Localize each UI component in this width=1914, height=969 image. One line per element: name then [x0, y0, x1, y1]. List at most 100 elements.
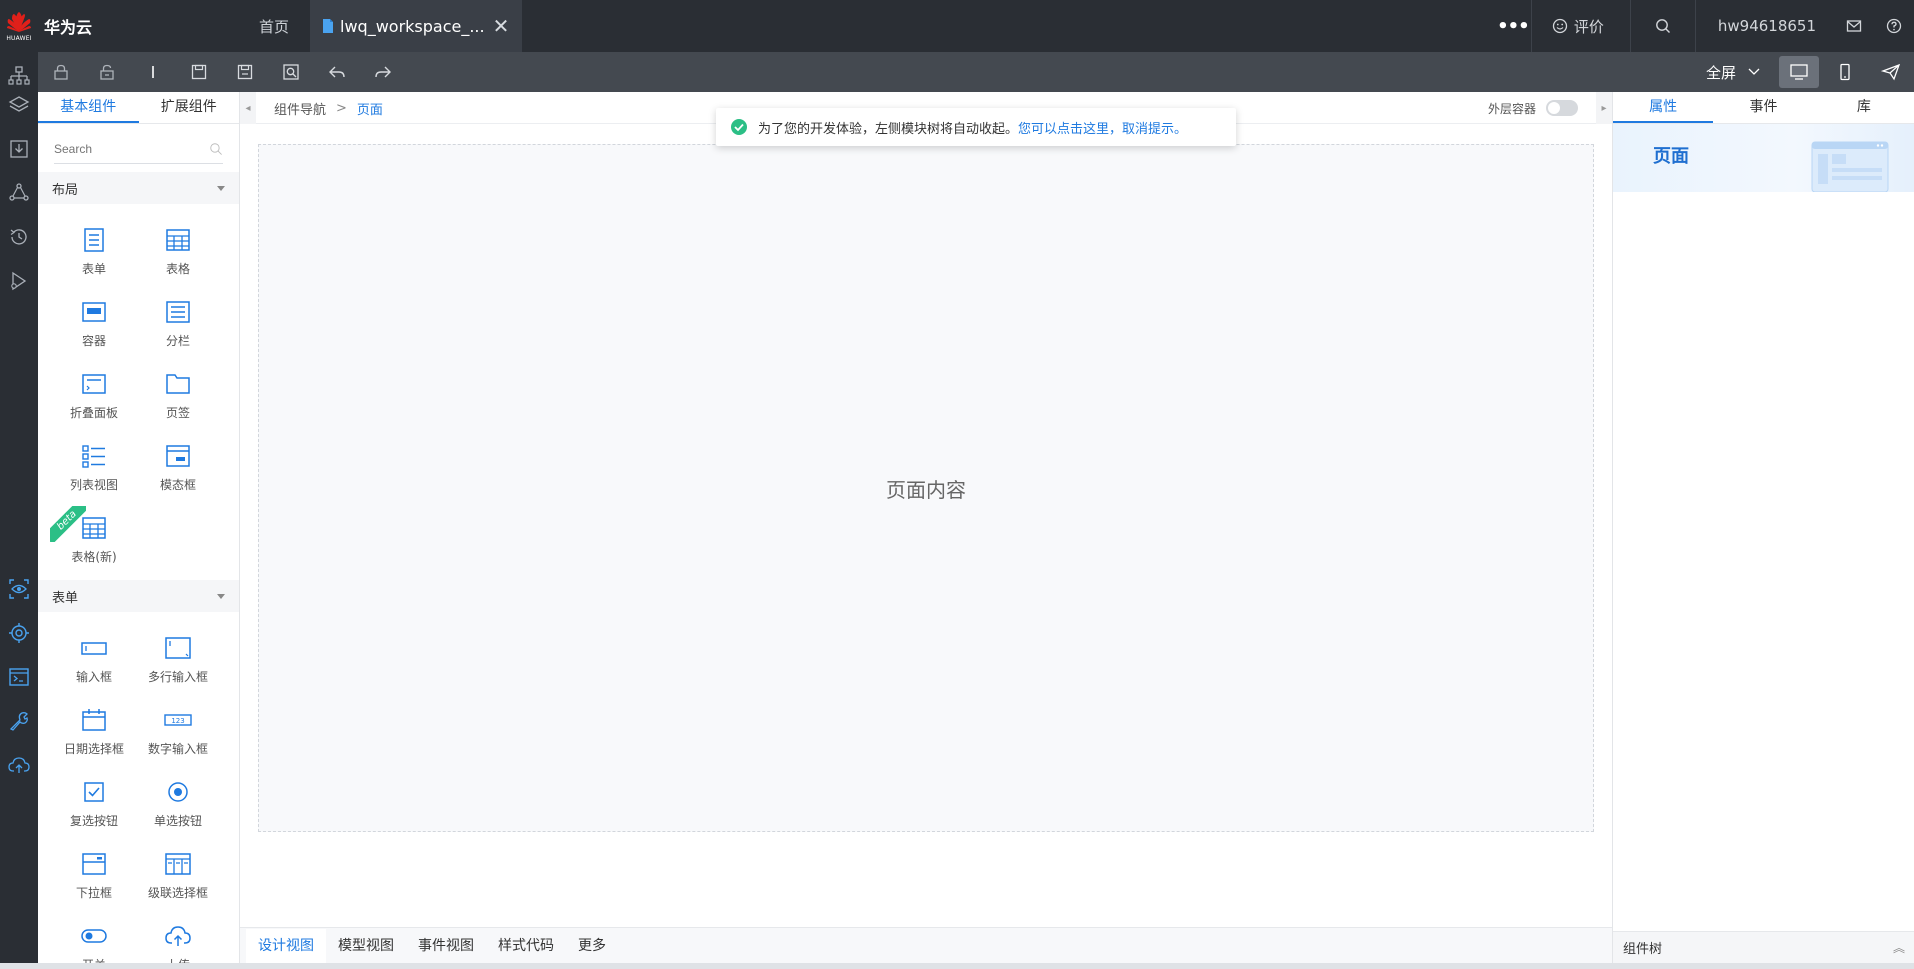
username-menu[interactable]: hw94618651: [1696, 17, 1834, 35]
fullscreen-select[interactable]: 全屏: [1706, 62, 1776, 83]
component-textarea[interactable]: 多行输入框: [136, 626, 220, 698]
rail-target-button[interactable]: [7, 621, 31, 645]
component-checkbox[interactable]: 复选按钮: [52, 770, 136, 842]
component-tabs[interactable]: 页签: [136, 362, 220, 434]
component-table-new[interactable]: beta 表格(新): [50, 506, 136, 578]
lock-button[interactable]: [38, 52, 84, 92]
layers-icon: [8, 96, 30, 112]
component-input[interactable]: 输入框: [52, 626, 136, 698]
component-cascader[interactable]: 级联选择框: [136, 842, 220, 914]
tab-model-view[interactable]: 模型视图: [326, 929, 406, 963]
component-tree-bar[interactable]: 组件树 ︽: [1613, 931, 1914, 963]
component-form[interactable]: 表单: [52, 218, 136, 290]
rail-tools-button[interactable]: [7, 709, 31, 733]
more-menu-icon[interactable]: •••: [1495, 16, 1531, 37]
component-collapse-panel[interactable]: 折叠面板: [52, 362, 136, 434]
group-title: 表单: [52, 590, 79, 606]
component-switch[interactable]: 开关: [52, 914, 136, 963]
rail-preview-button[interactable]: [7, 577, 31, 601]
component-select[interactable]: 下拉框: [52, 842, 136, 914]
rate-button[interactable]: 评价: [1532, 16, 1630, 37]
search-icon[interactable]: [209, 139, 223, 159]
brand-name[interactable]: 华为云: [44, 14, 92, 38]
rail-import-button[interactable]: [7, 137, 31, 161]
rate-label: 评价: [1573, 17, 1604, 36]
undo-button[interactable]: [314, 52, 360, 92]
eye-scan-icon: [9, 579, 29, 599]
tab-workspace-file[interactable]: lwq_workspace_... ✕: [310, 0, 522, 52]
component-label: 页签: [165, 406, 190, 420]
tab-properties[interactable]: 属性: [1613, 92, 1714, 123]
redo-button[interactable]: [360, 52, 406, 92]
rail-layers-button[interactable]: [7, 93, 31, 117]
breadcrumb-root[interactable]: 组件导航: [274, 99, 326, 118]
rail-run-button[interactable]: [7, 269, 31, 293]
tab-basic-components[interactable]: 基本组件: [38, 92, 139, 123]
component-upload[interactable]: 上传: [136, 914, 220, 963]
disable-tip-link[interactable]: 您可以点击这里，取消提示。: [1018, 118, 1187, 137]
page-content-placeholder: 页面内容: [886, 477, 966, 502]
collapse-right-arrow-icon[interactable]: ▸: [1596, 92, 1612, 124]
rail-console-button[interactable]: [7, 665, 31, 689]
container-icon: [82, 302, 106, 322]
component-number-input[interactable]: 123 数字输入框: [136, 698, 220, 770]
mobile-view-button[interactable]: [1825, 56, 1865, 88]
history-icon: [10, 229, 27, 245]
tab-event-view[interactable]: 事件视图: [406, 929, 486, 963]
component-list-view[interactable]: 列表视图: [52, 434, 136, 506]
component-table[interactable]: 表格: [136, 218, 220, 290]
save-button[interactable]: [176, 52, 222, 92]
preview-button[interactable]: [268, 52, 314, 92]
logo-text: HUAWEI: [6, 35, 32, 42]
save-as-button[interactable]: [222, 52, 268, 92]
huawei-logo[interactable]: HUAWEI: [0, 0, 38, 52]
desktop-view-button[interactable]: [1779, 56, 1819, 88]
component-date-picker[interactable]: 日期选择框: [52, 698, 136, 770]
tab-style-code[interactable]: 样式代码: [486, 929, 566, 963]
horizontal-scrollbar[interactable]: [0, 963, 1914, 969]
expand-up-icon[interactable]: ︽: [1893, 939, 1905, 956]
help-button[interactable]: [1874, 18, 1914, 34]
component-modal[interactable]: 模态框: [136, 434, 220, 506]
outer-container-toggle[interactable]: [1546, 100, 1578, 116]
component-radio[interactable]: 单选按钮: [136, 770, 220, 842]
tab-design-view[interactable]: 设计视图: [246, 928, 326, 963]
group-header-form[interactable]: 表单: [38, 580, 239, 612]
tab-events[interactable]: 事件: [1713, 92, 1813, 123]
tab-library[interactable]: 库: [1814, 92, 1914, 123]
tab-extended-components[interactable]: 扩展组件: [139, 92, 240, 123]
cursor-button[interactable]: [130, 52, 176, 92]
component-label: 容器: [81, 334, 106, 348]
rail-model-button[interactable]: [7, 181, 31, 205]
publish-button[interactable]: [1871, 56, 1911, 88]
toggle-knob: [1548, 102, 1560, 114]
collapse-left-arrow-icon[interactable]: ◂: [240, 92, 256, 124]
page-drop-area[interactable]: 页面内容: [258, 144, 1594, 832]
unlock-button[interactable]: [84, 52, 130, 92]
toast-message: 为了您的开发体验，左侧模块树将自动收起。: [758, 121, 1019, 137]
send-icon: [1881, 63, 1901, 81]
rail-structure-button[interactable]: [7, 64, 31, 88]
mail-icon: [1846, 20, 1862, 32]
component-container[interactable]: 容器: [52, 290, 136, 362]
component-search-input[interactable]: [54, 141, 209, 156]
modal-icon: [166, 445, 190, 467]
close-tab-icon[interactable]: ✕: [492, 16, 510, 36]
number-input-icon: 123: [164, 714, 192, 726]
tab-home[interactable]: 首页: [254, 16, 294, 37]
save-icon: [191, 64, 207, 80]
global-search-button[interactable]: [1631, 18, 1695, 34]
group-header-layout[interactable]: 布局: [38, 172, 239, 204]
outer-container-control: 外层容器: [1488, 92, 1578, 124]
top-right-actions: ••• 评价 hw94618651: [1495, 0, 1914, 52]
lock-icon: [54, 64, 68, 80]
breadcrumb-current[interactable]: 页面: [357, 99, 383, 118]
hierarchy-icon: [8, 66, 30, 85]
tab-more[interactable]: 更多: [566, 929, 618, 963]
table-icon: [166, 229, 190, 251]
rail-upload-button[interactable]: [7, 753, 31, 777]
collapse-panel-icon: [82, 374, 106, 394]
rail-history-button[interactable]: [7, 225, 31, 249]
messages-button[interactable]: [1834, 18, 1874, 34]
component-columns[interactable]: 分栏: [136, 290, 220, 362]
